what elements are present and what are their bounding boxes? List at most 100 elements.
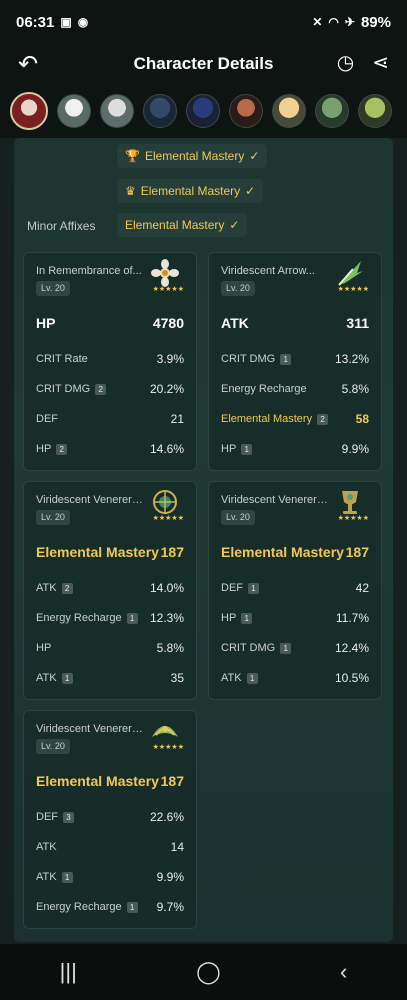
sub-stat-value: 10.5% bbox=[334, 671, 369, 685]
status-bar: 06:31 ▣ ◉ ✕ ◠ ✈ 89% bbox=[0, 0, 407, 44]
roll-count-badge: 1 bbox=[126, 901, 138, 913]
sub-stat: Energy Recharge 1 9.7% bbox=[36, 899, 184, 915]
roll-count-badge: 1 bbox=[280, 353, 292, 365]
sub-stat-label: CRIT Rate bbox=[36, 353, 88, 365]
character-avatar[interactable] bbox=[358, 94, 392, 128]
share-icon[interactable]: ⋖ bbox=[372, 50, 389, 75]
plume-artifact-icon bbox=[338, 261, 363, 286]
back-icon[interactable]: ↶ bbox=[18, 50, 38, 79]
sub-stat: HP 5.8% bbox=[36, 640, 184, 656]
main-stat-value: 311 bbox=[346, 315, 369, 331]
sub-stat-label: Elemental Mastery bbox=[221, 413, 313, 425]
sub-stat-value: 3.9% bbox=[156, 352, 184, 366]
character-avatar[interactable] bbox=[315, 94, 349, 128]
main-stat-value: 187 bbox=[345, 544, 369, 560]
check-icon: ✓ bbox=[249, 149, 260, 163]
crown-icon: ♛ bbox=[125, 184, 136, 198]
artifact-name: Viridescent Venerer's... bbox=[221, 494, 329, 506]
character-avatar[interactable] bbox=[10, 92, 48, 130]
sub-stat-label: ATK bbox=[36, 871, 57, 883]
character-avatar[interactable] bbox=[186, 94, 220, 128]
roll-count-badge: 1 bbox=[280, 642, 292, 654]
sub-stat: DEF 3 22.6% bbox=[36, 809, 184, 825]
sub-stat: CRIT DMG 2 20.2% bbox=[36, 381, 184, 397]
sub-stat-label: HP bbox=[36, 443, 52, 455]
battery-level: 89% bbox=[360, 13, 391, 31]
affix-chip-label: Elemental Mastery bbox=[140, 184, 241, 198]
roll-count-badge: 1 bbox=[241, 612, 253, 624]
sub-stat-label: ATK bbox=[36, 672, 57, 684]
sub-stat-label: DEF bbox=[36, 811, 58, 823]
sub-stat-label: Energy Recharge bbox=[36, 901, 122, 913]
main-stat-label: HP bbox=[36, 315, 56, 331]
main-stat: HP 4780 bbox=[36, 315, 184, 335]
character-avatar[interactable] bbox=[143, 94, 177, 128]
affix-chip[interactable]: ♛ Elemental Mastery ✓ bbox=[117, 179, 264, 203]
sub-stat-label: Energy Recharge bbox=[36, 612, 122, 624]
sub-stat: ATK 14 bbox=[36, 839, 184, 855]
character-avatar[interactable] bbox=[272, 94, 306, 128]
main-stat-label: Elemental Mastery bbox=[36, 773, 159, 789]
artifact-card[interactable]: Viridescent Venerer's... Lv. 20 ★★★★★ El… bbox=[23, 710, 197, 929]
sub-stat-value: 9.7% bbox=[156, 900, 184, 914]
status-time: 06:31 bbox=[16, 13, 55, 31]
sub-stat-value: 21 bbox=[170, 412, 184, 426]
main-stat: ATK 311 bbox=[221, 315, 369, 335]
roll-count-badge: 2 bbox=[56, 443, 68, 455]
sub-stat-label: HP bbox=[36, 642, 52, 654]
system-nav-bar: ||| ◯ ‹ bbox=[0, 944, 407, 1000]
main-stat: Elemental Mastery 187 bbox=[36, 544, 184, 564]
sub-stat: HP 2 14.6% bbox=[36, 441, 184, 457]
character-avatar[interactable] bbox=[57, 94, 91, 128]
sub-stat: ATK 1 9.9% bbox=[36, 869, 184, 885]
messenger-icon: ◉ bbox=[77, 15, 89, 29]
artifact-card[interactable]: In Remembrance of... Lv. 20 ★★★★★ HP 478… bbox=[23, 252, 197, 471]
rarity-stars: ★★★★★ bbox=[337, 515, 369, 522]
goblet-artifact-icon bbox=[342, 491, 358, 514]
roll-count-badge: 1 bbox=[246, 672, 258, 684]
sub-stat-label: HP bbox=[221, 612, 237, 624]
history-icon[interactable]: ◷ bbox=[337, 50, 354, 75]
sub-stat: ATK 1 10.5% bbox=[221, 670, 369, 686]
sub-stat-value: 14.0% bbox=[149, 581, 184, 595]
artifact-card[interactable]: Viridescent Arrow... Lv. 20 ★★★★★ ATK 31… bbox=[208, 252, 382, 471]
artifact-name: Viridescent Venerer's... bbox=[36, 723, 144, 735]
sub-stat-value: 22.6% bbox=[149, 810, 184, 824]
main-stat-value: 187 bbox=[160, 773, 184, 789]
artifact-card[interactable]: Viridescent Venerer's... Lv. 20 ★★★★★ El… bbox=[208, 481, 382, 700]
artifact-level: Lv. 20 bbox=[221, 281, 255, 296]
sub-stat-label: DEF bbox=[36, 413, 58, 425]
sub-stat: Energy Recharge 5.8% bbox=[221, 381, 369, 397]
roll-count-badge: 1 bbox=[61, 871, 73, 883]
airplane-icon: ✈ bbox=[344, 15, 355, 29]
sub-stat: DEF 21 bbox=[36, 411, 184, 427]
artifact-name: In Remembrance of... bbox=[36, 265, 142, 277]
artifact-card[interactable]: Viridescent Venerer's... Lv. 20 ★★★★★ El… bbox=[23, 481, 197, 700]
affix-chip[interactable]: Elemental Mastery ✓ bbox=[117, 213, 248, 237]
home-icon[interactable]: ◯ bbox=[196, 959, 221, 985]
artifact-level: Lv. 20 bbox=[221, 510, 255, 525]
sub-stat-label: HP bbox=[221, 443, 237, 455]
recents-icon[interactable]: ||| bbox=[60, 959, 77, 985]
affix-chip-label: Elemental Mastery bbox=[125, 218, 225, 232]
sub-stat-label: DEF bbox=[221, 582, 243, 594]
sub-stat-value: 11.7% bbox=[335, 611, 369, 625]
sub-stat-label: CRIT DMG bbox=[36, 383, 91, 395]
back-nav-icon[interactable]: ‹ bbox=[340, 959, 347, 985]
artifact-panel: 🏆 Elemental Mastery ✓ ♛ Elemental Master… bbox=[14, 138, 393, 942]
sub-stat-value: 14.6% bbox=[149, 442, 184, 456]
roll-count-badge: 1 bbox=[126, 612, 138, 624]
main-stat: Elemental Mastery 187 bbox=[221, 544, 369, 564]
sub-stat-value: 20.2% bbox=[149, 382, 184, 396]
artifact-level: Lv. 20 bbox=[36, 510, 70, 525]
character-avatar[interactable] bbox=[100, 94, 134, 128]
check-icon: ✓ bbox=[229, 218, 240, 232]
roll-count-badge: 3 bbox=[63, 811, 74, 823]
affix-chip[interactable]: 🏆 Elemental Mastery ✓ bbox=[117, 144, 268, 168]
roll-count-badge: 1 bbox=[241, 443, 253, 455]
sub-stat-value: 12.4% bbox=[334, 641, 369, 655]
sub-stat: CRIT DMG 1 12.4% bbox=[221, 640, 369, 656]
character-avatar-row bbox=[0, 84, 407, 138]
character-avatar[interactable] bbox=[229, 94, 263, 128]
sub-stat: CRIT DMG 1 13.2% bbox=[221, 351, 369, 367]
